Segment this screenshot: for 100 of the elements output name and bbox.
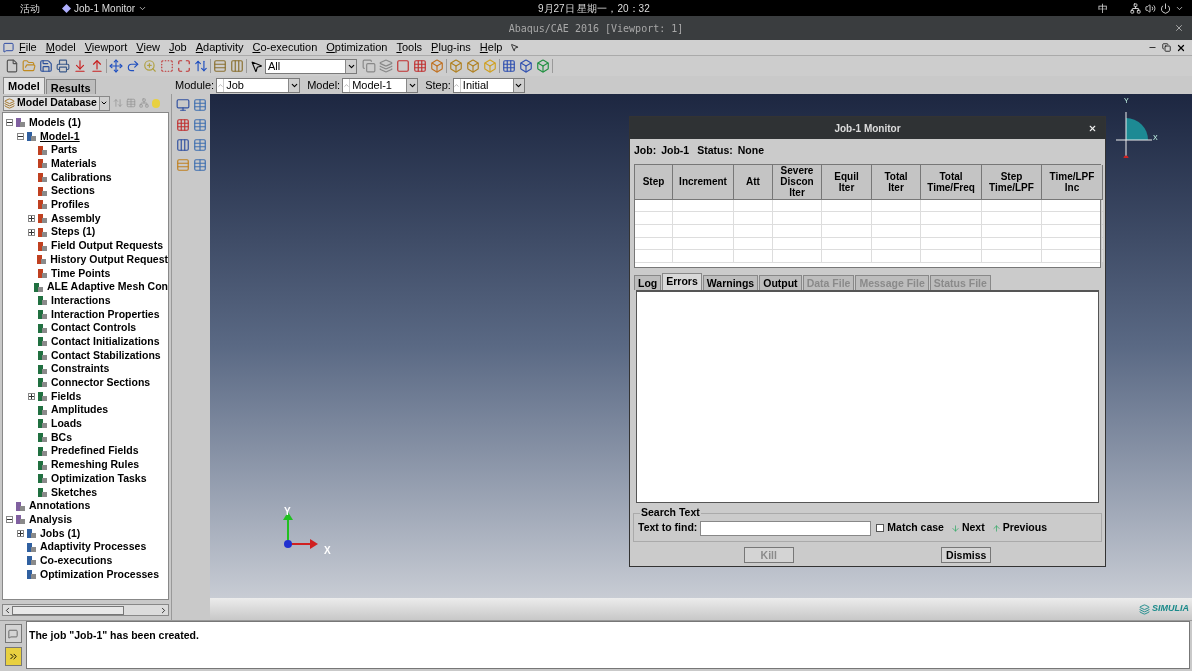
app-menu[interactable]: Job-1 Monitor bbox=[62, 0, 148, 16]
network-icon[interactable] bbox=[1130, 2, 1141, 14]
grid-icon[interactable] bbox=[413, 59, 427, 73]
tree-item[interactable]: Profiles bbox=[51, 197, 90, 213]
rotate-icon[interactable] bbox=[126, 59, 140, 73]
arrows-icon[interactable] bbox=[194, 59, 208, 73]
context-dropdown[interactable]: Initial bbox=[452, 77, 525, 93]
copy-icon[interactable] bbox=[362, 59, 376, 73]
scroll-left-icon[interactable] bbox=[3, 605, 12, 615]
tree-item[interactable]: Time Points bbox=[51, 265, 111, 282]
box-zoom-icon[interactable] bbox=[160, 59, 174, 73]
tree-item[interactable]: Steps (1) bbox=[51, 224, 96, 241]
tab[interactable]: Log bbox=[634, 274, 662, 290]
job-computer-icon[interactable] bbox=[175, 98, 190, 112]
tree-item[interactable]: Annotations bbox=[29, 498, 91, 514]
dialog-button[interactable]: Dismiss bbox=[941, 546, 992, 563]
tree-item[interactable]: Models (1) bbox=[29, 114, 81, 131]
panel-tab[interactable]: Model bbox=[3, 77, 45, 94]
tree-item[interactable]: Predefined Fields bbox=[51, 443, 139, 460]
tree-item[interactable]: Optimization Tasks bbox=[51, 470, 147, 487]
column-header[interactable]: Increment bbox=[673, 164, 734, 200]
search-input[interactable] bbox=[700, 520, 872, 536]
tree-item[interactable]: ALE Adaptive Mesh Con bbox=[47, 279, 168, 295]
column-header[interactable]: Severe Discon Iter bbox=[773, 164, 822, 200]
tab[interactable]: Output bbox=[759, 274, 802, 290]
tree-item[interactable]: Amplitudes bbox=[51, 402, 109, 419]
fit-view-icon[interactable] bbox=[177, 59, 191, 73]
clock[interactable]: 9月27日 星期一，20：32 bbox=[538, 0, 650, 16]
volume-icon[interactable] bbox=[1145, 2, 1156, 14]
horizontal-scrollbar[interactable] bbox=[2, 604, 169, 616]
tree-item[interactable]: Loads bbox=[51, 416, 82, 432]
column-header[interactable]: Att bbox=[734, 164, 773, 200]
tree-item[interactable]: Fields bbox=[51, 388, 82, 405]
menu-item[interactable]: Plug-ins bbox=[431, 39, 471, 56]
solid-cube-icon[interactable] bbox=[536, 59, 550, 73]
tree-item[interactable]: Remeshing Rules bbox=[51, 457, 140, 473]
hidden-cube-icon[interactable] bbox=[466, 59, 480, 73]
tree-item[interactable]: BCs bbox=[51, 429, 72, 446]
column-header[interactable]: Time/LPF Inc bbox=[1042, 164, 1103, 200]
activities-button[interactable]: 活动 bbox=[20, 0, 40, 16]
upload-icon[interactable] bbox=[90, 59, 104, 73]
context-dropdown[interactable]: Job bbox=[216, 77, 301, 93]
restore-icon[interactable] bbox=[1162, 43, 1171, 52]
selection-filter-dropdown[interactable]: All bbox=[265, 58, 357, 74]
tree-item[interactable]: Constraints bbox=[51, 361, 110, 378]
input-method[interactable]: 中 bbox=[1098, 0, 1108, 16]
tree-item[interactable]: Field Output Requests bbox=[51, 238, 163, 254]
menu-item[interactable]: Tools bbox=[396, 39, 423, 56]
menu-item[interactable]: Co-execution bbox=[252, 39, 318, 56]
column-header[interactable]: Equil Iter bbox=[822, 164, 872, 200]
previous-button[interactable]: Previous bbox=[991, 520, 1048, 537]
tree-item[interactable]: Sections bbox=[51, 183, 95, 200]
outline-cube-icon[interactable] bbox=[519, 59, 533, 73]
move-icon[interactable] bbox=[109, 59, 123, 73]
close-icon[interactable] bbox=[1088, 123, 1097, 133]
download-icon[interactable] bbox=[73, 59, 87, 73]
tree-item[interactable]: Jobs (1) bbox=[40, 525, 81, 542]
scrollbar-thumb[interactable] bbox=[12, 605, 124, 615]
columns-icon[interactable] bbox=[230, 59, 244, 73]
save-icon[interactable] bbox=[39, 59, 53, 73]
scroll-right-icon[interactable] bbox=[159, 605, 168, 615]
tab[interactable]: Warnings bbox=[702, 274, 759, 290]
tree-item[interactable]: Interactions bbox=[51, 292, 111, 309]
cube-icon[interactable] bbox=[430, 59, 444, 73]
tree-item[interactable]: History Output Request bbox=[50, 251, 168, 268]
column-header[interactable]: Total Time/Freq bbox=[921, 164, 982, 200]
layers-icon[interactable] bbox=[379, 59, 393, 73]
tree-item[interactable]: Assembly bbox=[51, 210, 101, 227]
tab[interactable]: Errors bbox=[662, 272, 702, 290]
tree-item[interactable]: Contact Stabilizations bbox=[51, 347, 161, 364]
next-button[interactable]: Next bbox=[950, 520, 985, 537]
menu-item[interactable]: File bbox=[19, 39, 37, 56]
message-area-button[interactable] bbox=[4, 624, 22, 643]
tree-item[interactable]: Materials bbox=[51, 156, 97, 172]
menu-item[interactable]: Adaptivity bbox=[195, 39, 244, 56]
new-file-icon[interactable] bbox=[5, 59, 19, 73]
menu-item[interactable]: Help bbox=[479, 39, 503, 56]
tree-item[interactable]: Calibrations bbox=[51, 169, 112, 186]
checkbox[interactable] bbox=[876, 524, 885, 533]
help-pointer-icon[interactable] bbox=[510, 43, 520, 52]
menu-item[interactable]: Job bbox=[169, 39, 187, 56]
tree-source-dropdown[interactable]: Model Database bbox=[3, 95, 110, 111]
print-icon[interactable] bbox=[56, 59, 70, 73]
mesh-cube-icon[interactable] bbox=[502, 59, 516, 73]
tree-item[interactable]: Parts bbox=[51, 142, 78, 159]
close-icon[interactable] bbox=[1176, 42, 1186, 53]
tree-item[interactable]: Model-1 bbox=[40, 128, 80, 145]
panel-tab[interactable]: Results bbox=[45, 79, 96, 94]
tree-item[interactable]: Interaction Properties bbox=[51, 306, 160, 323]
menu-item[interactable]: View bbox=[136, 39, 160, 56]
menu-item[interactable]: Optimization bbox=[326, 39, 388, 56]
wireframe-cube-icon[interactable] bbox=[449, 59, 463, 73]
context-dropdown[interactable]: Model-1 bbox=[342, 77, 419, 93]
menu-item[interactable]: Viewport bbox=[84, 39, 128, 56]
column-header[interactable]: Total Iter bbox=[872, 164, 921, 200]
column-header[interactable]: Step Time/LPF bbox=[982, 164, 1042, 200]
tree-item[interactable]: Analysis bbox=[29, 511, 73, 528]
tree-item[interactable]: Optimization Processes bbox=[40, 566, 160, 583]
tree-item[interactable]: Connector Sections bbox=[51, 375, 151, 391]
python-console-button[interactable] bbox=[4, 647, 22, 666]
